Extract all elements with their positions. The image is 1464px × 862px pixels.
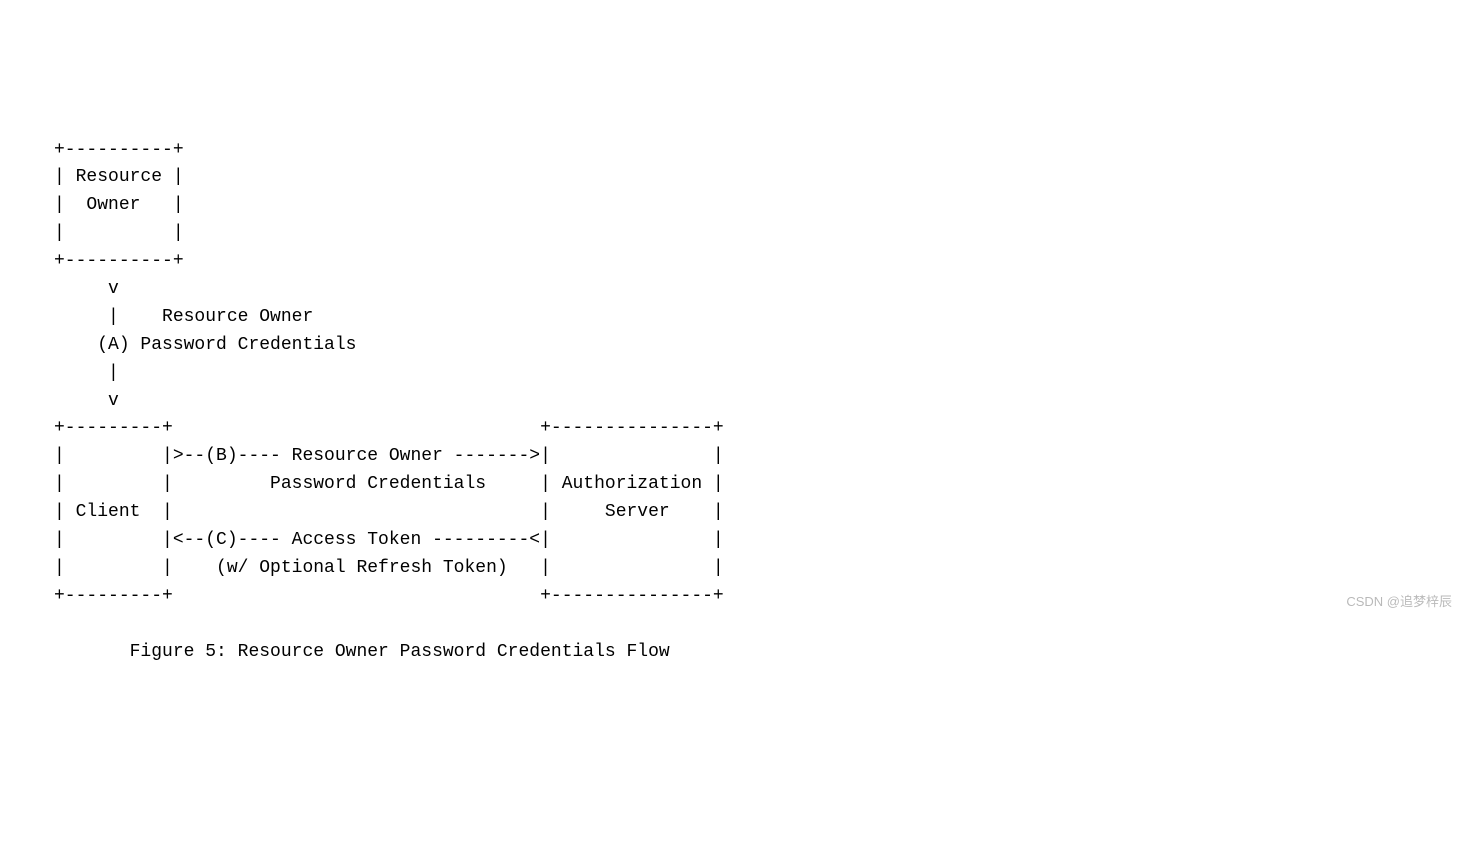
diagram-line-9: v xyxy=(0,391,119,411)
diagram-line-2: | Owner | xyxy=(0,195,184,215)
diagram-line-3: | | xyxy=(0,223,184,243)
diagram-caption: Figure 5: Resource Owner Password Creden… xyxy=(0,642,670,662)
diagram-line-15: | | (w/ Optional Refresh Token) | | xyxy=(0,558,724,578)
diagram-line-1: | Resource | xyxy=(0,167,184,187)
watermark-text: CSDN @追梦梓辰 xyxy=(1346,592,1452,612)
diagram-line-8: | xyxy=(0,363,119,383)
diagram-line-14: | |<--(C)---- Access Token ---------<| | xyxy=(0,530,724,550)
diagram-line-13: | Client | | Server | xyxy=(0,502,724,522)
diagram-line-10: +---------+ +---------------+ xyxy=(0,418,724,438)
diagram-line-6: | Resource Owner xyxy=(0,307,313,327)
diagram-line-7: (A) Password Credentials xyxy=(0,335,356,355)
ascii-diagram: +----------+ | Resource | | Owner | | | … xyxy=(0,137,1464,667)
diagram-line-5: v xyxy=(0,279,119,299)
diagram-line-12: | | Password Credentials | Authorization… xyxy=(0,474,724,494)
diagram-line-0: +----------+ xyxy=(0,140,184,160)
diagram-line-11: | |>--(B)---- Resource Owner ------->| | xyxy=(0,446,724,466)
diagram-line-16: +---------+ +---------------+ xyxy=(0,586,724,606)
diagram-line-4: +----------+ xyxy=(0,251,184,271)
